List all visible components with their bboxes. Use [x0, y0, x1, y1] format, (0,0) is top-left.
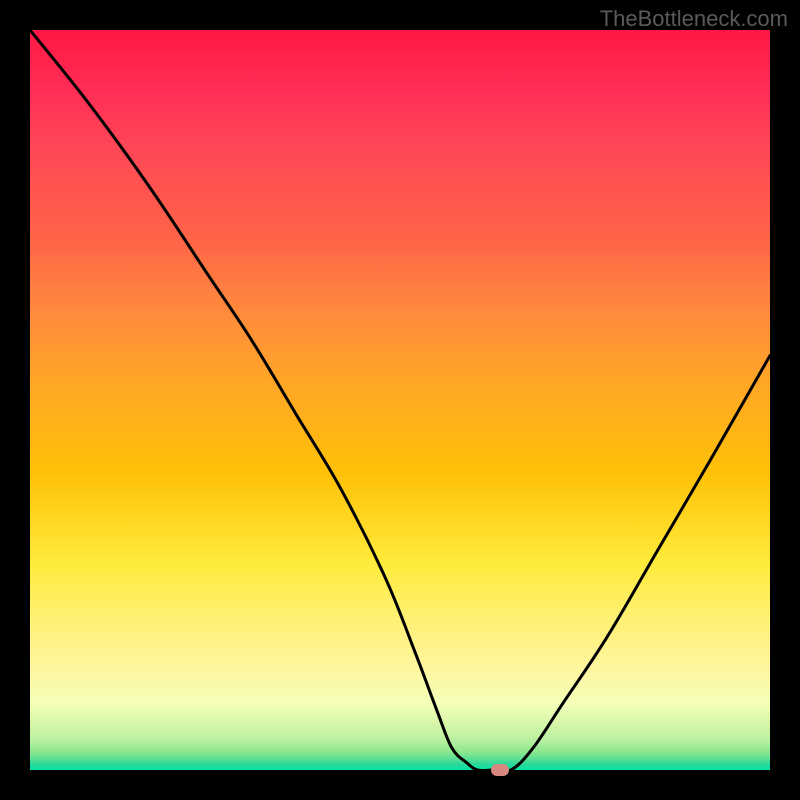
optimal-point-marker: [491, 764, 509, 776]
watermark-text: TheBottleneck.com: [600, 6, 788, 32]
bottleneck-curve: [30, 30, 770, 770]
